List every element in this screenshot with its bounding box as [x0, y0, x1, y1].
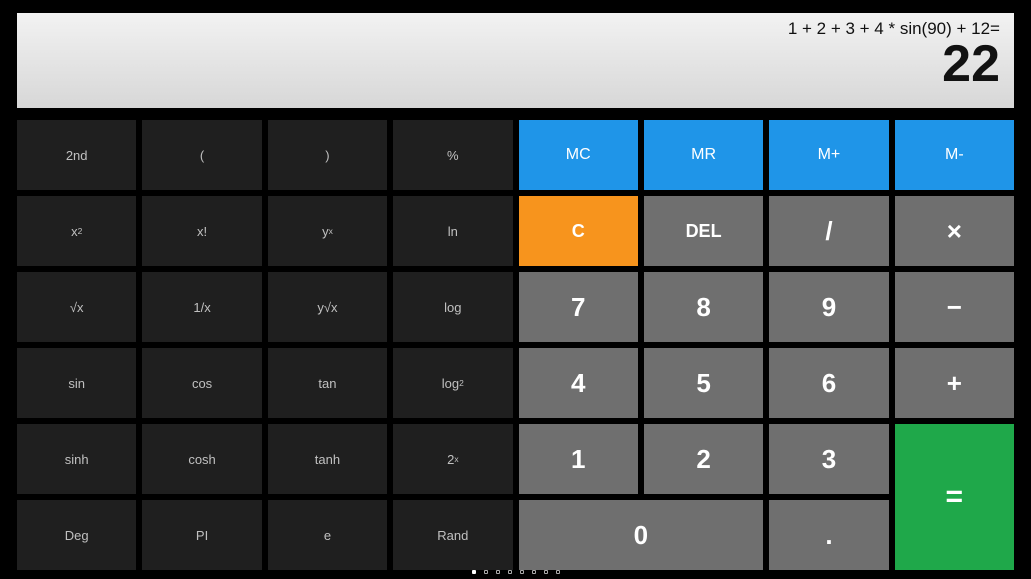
- clear-button[interactable]: C: [519, 196, 638, 266]
- factorial-button[interactable]: x!: [142, 196, 261, 266]
- digit-8-button[interactable]: 8: [644, 272, 763, 342]
- digit-5-button[interactable]: 5: [644, 348, 763, 418]
- multiply-button[interactable]: ×: [895, 196, 1014, 266]
- pager-dot[interactable]: [496, 570, 500, 574]
- sqrt-button[interactable]: √x: [17, 272, 136, 342]
- decimal-button[interactable]: .: [769, 500, 888, 570]
- button-grid: 2nd ( ) % MC MR M+ M- x2 x! yx ln C DEL …: [17, 120, 1014, 575]
- sinh-button[interactable]: sinh: [17, 424, 136, 494]
- digit-2-button[interactable]: 2: [644, 424, 763, 494]
- log2-button[interactable]: log2: [393, 348, 512, 418]
- deg-button[interactable]: Deg: [17, 500, 136, 570]
- digit-1-button[interactable]: 1: [519, 424, 638, 494]
- digit-3-button[interactable]: 3: [769, 424, 888, 494]
- xsq-exp: 2: [78, 226, 83, 236]
- display-area: 1 + 2 + 3 + 4 * sin(90) + 12= 22: [17, 13, 1014, 108]
- x-squared-button[interactable]: x2: [17, 196, 136, 266]
- pi-button[interactable]: PI: [142, 500, 261, 570]
- pager-dot[interactable]: [508, 570, 512, 574]
- expression-text: 1 + 2 + 3 + 4 * sin(90) + 12=: [23, 19, 1000, 39]
- ypowx-exp: x: [329, 226, 333, 236]
- tan-button[interactable]: tan: [268, 348, 387, 418]
- equals-button[interactable]: =: [895, 424, 1014, 570]
- digit-0-button[interactable]: 0: [519, 500, 764, 570]
- digit-7-button[interactable]: 7: [519, 272, 638, 342]
- tanh-button[interactable]: tanh: [268, 424, 387, 494]
- divide-button[interactable]: /: [769, 196, 888, 266]
- second-button[interactable]: 2nd: [17, 120, 136, 190]
- two-pow-x-button[interactable]: 2x: [393, 424, 512, 494]
- minus-button[interactable]: −: [895, 272, 1014, 342]
- digit-6-button[interactable]: 6: [769, 348, 888, 418]
- reciprocal-button[interactable]: 1/x: [142, 272, 261, 342]
- memory-recall-button[interactable]: MR: [644, 120, 763, 190]
- y-root-x-button[interactable]: y√x: [268, 272, 387, 342]
- pager-dot[interactable]: [532, 570, 536, 574]
- pager-dot[interactable]: [520, 570, 524, 574]
- sin-button[interactable]: sin: [17, 348, 136, 418]
- pager-dot[interactable]: [484, 570, 488, 574]
- digit-4-button[interactable]: 4: [519, 348, 638, 418]
- e-button[interactable]: e: [268, 500, 387, 570]
- cosh-button[interactable]: cosh: [142, 424, 261, 494]
- memory-minus-button[interactable]: M-: [895, 120, 1014, 190]
- twox-base: 2: [447, 452, 454, 467]
- left-paren-button[interactable]: (: [142, 120, 261, 190]
- log-button[interactable]: log: [393, 272, 512, 342]
- log2-base: log: [442, 376, 459, 391]
- y-pow-x-button[interactable]: yx: [268, 196, 387, 266]
- pager-dot[interactable]: [556, 570, 560, 574]
- plus-button[interactable]: +: [895, 348, 1014, 418]
- cos-button[interactable]: cos: [142, 348, 261, 418]
- ln-button[interactable]: ln: [393, 196, 512, 266]
- result-text: 22: [23, 37, 1000, 91]
- delete-button[interactable]: DEL: [644, 196, 763, 266]
- twox-exp: x: [454, 454, 458, 464]
- log2-sub: 2: [459, 378, 464, 388]
- memory-clear-button[interactable]: MC: [519, 120, 638, 190]
- memory-plus-button[interactable]: M+: [769, 120, 888, 190]
- pager-dot[interactable]: [544, 570, 548, 574]
- digit-9-button[interactable]: 9: [769, 272, 888, 342]
- rand-button[interactable]: Rand: [393, 500, 512, 570]
- percent-button[interactable]: %: [393, 120, 512, 190]
- pager-dot[interactable]: [472, 570, 476, 574]
- page-indicator: [472, 570, 560, 574]
- right-paren-button[interactable]: ): [268, 120, 387, 190]
